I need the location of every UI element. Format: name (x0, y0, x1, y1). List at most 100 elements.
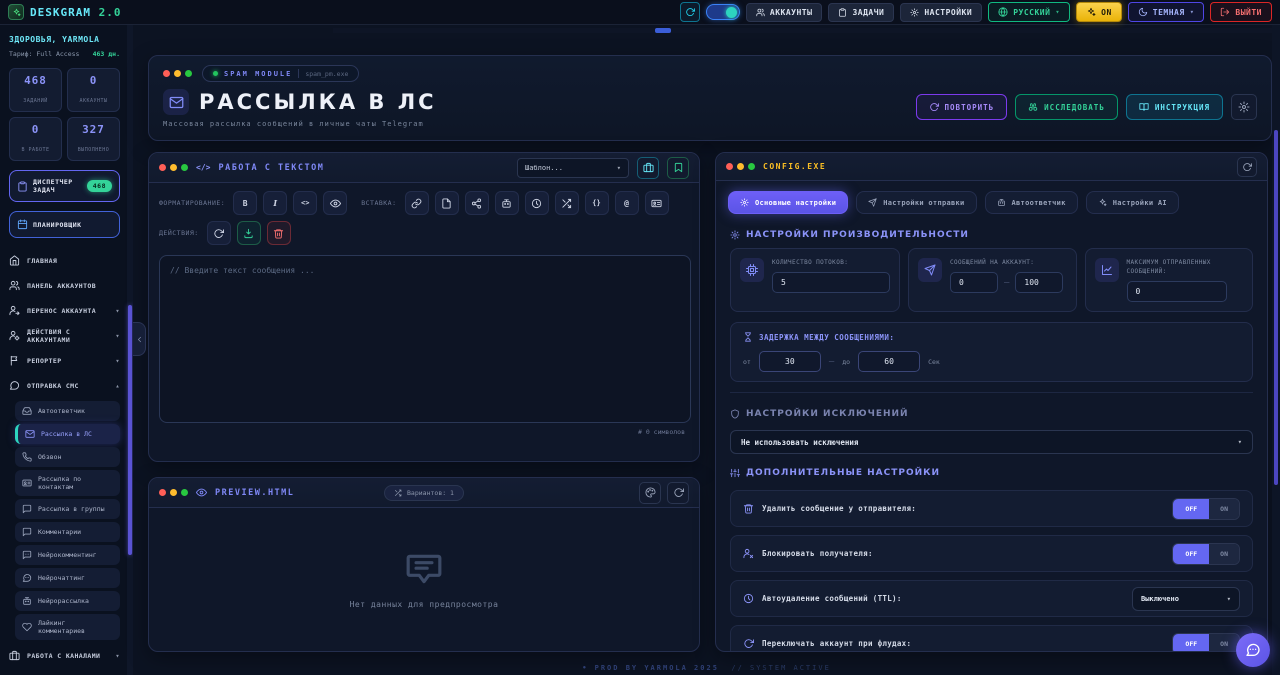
sidebar-subitem-neuromailing[interactable]: Нейрорассылка (15, 591, 120, 611)
eye-icon (330, 198, 341, 209)
per-account-max-input[interactable] (1015, 272, 1063, 293)
sidebar-item-boosting[interactable]: НАКРУТКА▾ (9, 668, 120, 675)
sidebar-scrollbar-thumb[interactable] (128, 305, 132, 555)
sidebar-subitem-comment-liking[interactable]: Лайкинг комментариев (15, 614, 120, 640)
palette-button[interactable] (639, 482, 661, 504)
task-dispatcher-button[interactable]: ДИСПЕТЧЕР ЗАДАЧ 468 (9, 170, 120, 202)
template-select[interactable]: Шаблон...▾ (517, 158, 629, 178)
sidebar-subitem-neurochatting[interactable]: Нейрочаттинг (15, 568, 120, 588)
import-text-button[interactable] (237, 221, 261, 245)
gear-icon (740, 198, 749, 207)
template-save-button[interactable] (637, 157, 659, 179)
sidebar-item-account-actions[interactable]: ДЕЙСТВИЯ С АККАУНТАМИ▾ (9, 323, 120, 348)
sidebar-item-home[interactable]: ГЛАВНАЯ (9, 248, 120, 273)
sidebar-item-accounts-panel[interactable]: ПАНЕЛЬ АККАУНТОВ (9, 273, 120, 298)
message-text-input[interactable] (159, 255, 691, 423)
globe-icon (998, 7, 1008, 17)
sidebar-subitem-dm-mailing[interactable]: Рассылка в ЛС (15, 424, 120, 444)
sidebar-collapse-handle[interactable] (133, 322, 146, 356)
sparkle-icon (1098, 198, 1107, 207)
theme-select[interactable]: ТЕМНАЯ▾ (1128, 2, 1205, 22)
tab-main-settings[interactable]: Основные настройки (728, 191, 848, 214)
logout-button[interactable]: ВЫЙТИ (1210, 2, 1272, 22)
eye-icon (196, 487, 207, 498)
insert-link-button[interactable] (405, 191, 429, 215)
chat-icon (9, 380, 20, 391)
delay-from-input[interactable] (759, 351, 821, 372)
sidebar-subitem-contacts-mailing[interactable]: Рассылка по контактам (15, 470, 120, 496)
sidebar-item-reporter[interactable]: РЕПОРТЕР▾ (9, 348, 120, 373)
sidebar-subitem-autoresponder[interactable]: Автоответчик (15, 401, 120, 421)
page-scrollbar-thumb[interactable] (1274, 130, 1278, 485)
cpu-icon (740, 258, 764, 282)
italic-button[interactable]: I (263, 191, 287, 215)
block-recipient-toggle[interactable]: OFFON (1172, 543, 1240, 565)
text-editor-panel: </> РАБОТА С ТЕКСТОМ Шаблон...▾ ФОРМАТИР… (148, 152, 700, 462)
language-select[interactable]: РУССКИЙ▾ (988, 2, 1070, 22)
horizontal-scrollbar-thumb[interactable] (655, 28, 671, 33)
tasks-button[interactable]: ЗАДАЧИ (828, 3, 894, 22)
sidebar-subitem-calls[interactable]: Обзвон (15, 447, 120, 467)
sidebar-subitem-neurocommenting[interactable]: Нейрокомментинг (15, 545, 120, 565)
power-toggle[interactable] (706, 4, 740, 20)
exceptions-section-header: НАСТРОЙКИ ИСКЛЮЧЕНИЙ (716, 403, 1267, 423)
refresh-button[interactable] (680, 2, 700, 22)
robot-icon (22, 596, 32, 606)
send-icon (918, 258, 942, 282)
robot-icon (501, 198, 512, 209)
tab-sending-settings[interactable]: Настройки отправки (856, 191, 976, 214)
clear-text-button[interactable] (267, 221, 291, 245)
ttl-select[interactable]: Выключено▾ (1132, 587, 1240, 611)
sidebar-item-channels[interactable]: РАБОТА С КАНАЛАМИ▾ (9, 643, 120, 668)
header-settings-button[interactable] (1231, 94, 1257, 120)
max-sent-input[interactable] (1127, 281, 1227, 302)
preview-refresh-button[interactable] (207, 221, 231, 245)
sidebar-subitem-group-mailing[interactable]: Рассылка в группы (15, 499, 120, 519)
accounts-button[interactable]: АККАУНТЫ (746, 3, 823, 22)
ttl-row: Автоудаление сообщений (TTL): Выключено▾ (730, 580, 1253, 617)
insert-variable-button[interactable]: {} (585, 191, 609, 215)
insert-share-button[interactable] (465, 191, 489, 215)
research-button[interactable]: ИССЛЕДОВАТЬ (1015, 94, 1118, 120)
config-reload-button[interactable] (1237, 157, 1257, 177)
switch-account-toggle[interactable]: OFFON (1172, 633, 1240, 653)
spoiler-button[interactable] (323, 191, 347, 215)
sidebar-subitem-comments[interactable]: Комментарии (15, 522, 120, 542)
sidebar-item-send-sms[interactable]: ОТПРАВКА СМС▴ (9, 373, 120, 398)
sidebar-item-account-transfer[interactable]: ПЕРЕНОС АККАУНТА▾ (9, 298, 120, 323)
per-account-label: СООБЩЕНИЙ НА АККАУНТ: (950, 258, 1063, 267)
horizontal-scrollbar[interactable] (333, 28, 1280, 33)
tab-ai-settings[interactable]: Настройки AI (1086, 191, 1179, 214)
planner-button[interactable]: ПЛАНИРОВЩИК (9, 211, 120, 238)
instruction-button[interactable]: ИНСТРУКЦИЯ (1126, 94, 1223, 120)
insert-bot-button[interactable] (495, 191, 519, 215)
comment-dots-icon (22, 550, 32, 560)
code-format-button[interactable]: <> (293, 191, 317, 215)
settings-button[interactable]: НАСТРОЙКИ (900, 3, 982, 22)
insert-random-button[interactable] (555, 191, 579, 215)
insert-time-button[interactable] (525, 191, 549, 215)
preview-reload-button[interactable] (667, 482, 689, 504)
chevron-down-icon: ▾ (1227, 595, 1231, 603)
empty-state-text: Нет данных для предпросмотра (350, 600, 499, 609)
tab-autoresponder[interactable]: Автоответчик (985, 191, 1078, 214)
insert-mention-button[interactable]: @ (615, 191, 639, 215)
page-scrollbar[interactable] (1272, 25, 1280, 675)
bold-button[interactable]: B (233, 191, 257, 215)
delay-to-input[interactable] (858, 351, 920, 372)
insert-contact-button[interactable] (645, 191, 669, 215)
threads-input[interactable] (772, 272, 890, 293)
support-chat-button[interactable] (1236, 633, 1270, 667)
clock-icon (531, 198, 542, 209)
bookmark-button[interactable] (667, 157, 689, 179)
delete-sender-toggle[interactable]: OFFON (1172, 498, 1240, 520)
per-account-min-input[interactable] (950, 272, 998, 293)
import-icon (243, 228, 254, 239)
ai-toggle-button[interactable]: ON (1076, 2, 1122, 22)
insert-file-button[interactable] (435, 191, 459, 215)
delay-label: ЗАДЕРЖКА МЕЖДУ СООБЩЕНИЯМИ: (759, 333, 894, 342)
chart-icon (1095, 258, 1119, 282)
empty-message-icon (405, 550, 443, 588)
exceptions-select[interactable]: Не использовать исключения ▾ (730, 430, 1253, 454)
repeat-button[interactable]: ПОВТОРИТЬ (916, 94, 1008, 120)
